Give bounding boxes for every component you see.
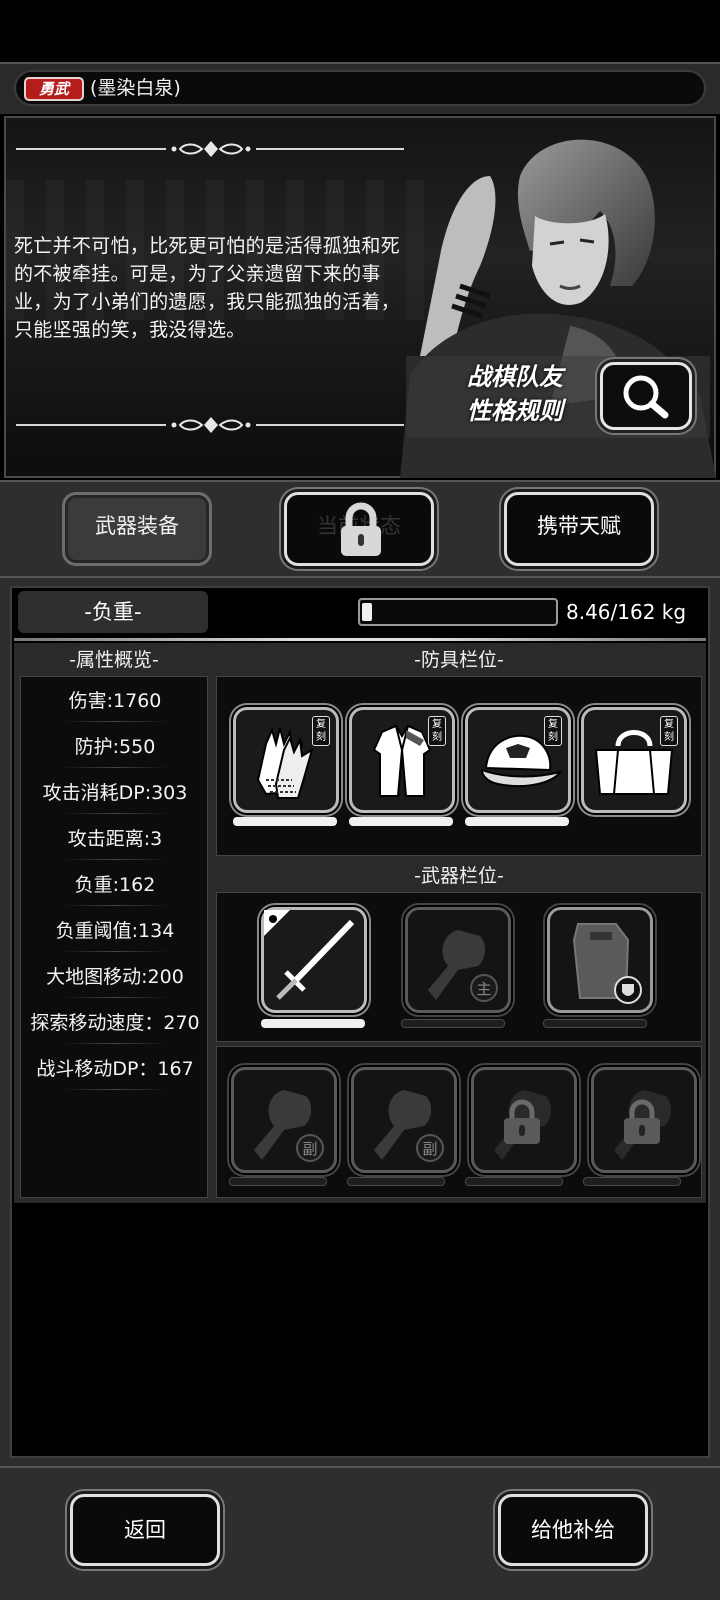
- ornament-bottom: [16, 414, 404, 436]
- lock-icon: [341, 502, 381, 556]
- tab-weapon-equipment[interactable]: 武器装备: [62, 492, 212, 566]
- weapon-slot-locked-2[interactable]: [591, 1067, 697, 1173]
- weapon-durability-bar: [261, 1019, 365, 1028]
- weapon-slot-secondary-1[interactable]: 副: [231, 1067, 337, 1173]
- weapon-title: -武器栏位-: [414, 865, 504, 887]
- stat-load-threshold: 负重阈值:134: [55, 920, 175, 942]
- stat-defense: 防护:550: [74, 736, 156, 758]
- rules-search-button[interactable]: [600, 362, 692, 430]
- weapon-durability-bar: [229, 1177, 327, 1186]
- replica-tag: 复刻: [428, 716, 446, 746]
- rules-label: 战棋队友 性格规则: [440, 360, 590, 428]
- weapon-durability-bar: [583, 1177, 681, 1186]
- weapon-slot-panel: 主: [216, 892, 702, 1042]
- sub-slot-badge: 副: [422, 1140, 437, 1158]
- character-name: (墨染白泉): [90, 77, 181, 99]
- riot-shield-icon: [572, 923, 642, 1004]
- story-quote: 死亡并不可怕，比死更可怕的是活得孤独和死的不被牵挂。可是，为了父亲遗留下来的事业…: [14, 235, 401, 341]
- weight-value: 8.46/162 kg: [566, 600, 687, 624]
- rules-label-line1: 战棋队友: [467, 363, 563, 391]
- fist-icon: 主: [428, 930, 498, 1002]
- locked-slot-icon: [614, 1090, 672, 1160]
- armor-slot-gloves[interactable]: 复刻: [233, 707, 339, 813]
- ornament-top: [16, 138, 404, 160]
- weight-tab: -负重-: [18, 591, 208, 633]
- weapon-slot-main-empty[interactable]: 主: [405, 907, 511, 1013]
- divider: [14, 638, 706, 641]
- stat-damage: 伤害:1760: [68, 690, 162, 712]
- weapon-durability-bar: [401, 1019, 505, 1028]
- stats-list: 伤害:1760 防护:550 攻击消耗DP:303 攻击距离:3 负重:162 …: [20, 676, 208, 1198]
- stat-battle-move-dp: 战斗移动DP：167: [36, 1058, 194, 1080]
- rules-label-line2: 性格规则: [467, 397, 563, 425]
- magnifier-icon: [623, 375, 669, 419]
- armor-slot-panel: 复刻 复刻 复刻 复刻: [216, 676, 702, 856]
- weapon-slot-locked-1[interactable]: [471, 1067, 577, 1173]
- armor-durability-bar: [465, 817, 569, 826]
- replica-tag: 复刻: [312, 716, 330, 746]
- armor-durability-bar: [233, 817, 337, 826]
- stats-title: -属性概览-: [69, 649, 159, 671]
- stat-load: 负重:162: [74, 874, 156, 896]
- armor-title: -防具栏位-: [414, 649, 504, 671]
- give-supply-button[interactable]: 给他补给: [498, 1494, 648, 1566]
- weapon-slot-shield[interactable]: [547, 907, 653, 1013]
- weapon-durability-bar: [347, 1177, 445, 1186]
- fist-icon: 副: [374, 1090, 444, 1162]
- back-button[interactable]: 返回: [70, 1494, 220, 1566]
- weapon-slot-secondary-2[interactable]: 副: [351, 1067, 457, 1173]
- title-badge: 勇武: [24, 77, 84, 101]
- weapon-slot-sword[interactable]: [261, 907, 367, 1013]
- tab-carried-talents[interactable]: 携带天赋: [504, 492, 654, 566]
- stat-explore-speed: 探索移动速度：270: [30, 1012, 200, 1034]
- locked-slot-icon: [494, 1090, 552, 1160]
- armor-slot-cap[interactable]: 复刻: [465, 707, 571, 813]
- replica-tag: 复刻: [660, 716, 678, 746]
- fist-icon: 副: [254, 1090, 324, 1162]
- weight-progress-fill: [362, 603, 372, 621]
- stat-map-move: 大地图移动:200: [46, 966, 184, 988]
- stat-attack-dp: 攻击消耗DP:303: [42, 782, 188, 804]
- weapon-durability-bar: [465, 1177, 563, 1186]
- secondary-slot-panel: 副 副: [216, 1046, 702, 1198]
- main-slot-badge: 主: [476, 980, 491, 998]
- sword-icon: [264, 910, 355, 1000]
- replica-tag: 复刻: [544, 716, 562, 746]
- stat-attack-range: 攻击距离:3: [67, 828, 163, 850]
- sub-slot-badge: 副: [302, 1140, 317, 1158]
- armor-durability-bar: [349, 817, 453, 826]
- armor-slot-bag[interactable]: 复刻: [581, 707, 687, 813]
- weight-progress-bar: [358, 598, 558, 626]
- armor-slot-coat[interactable]: 复刻: [349, 707, 455, 813]
- weapon-durability-bar: [543, 1019, 647, 1028]
